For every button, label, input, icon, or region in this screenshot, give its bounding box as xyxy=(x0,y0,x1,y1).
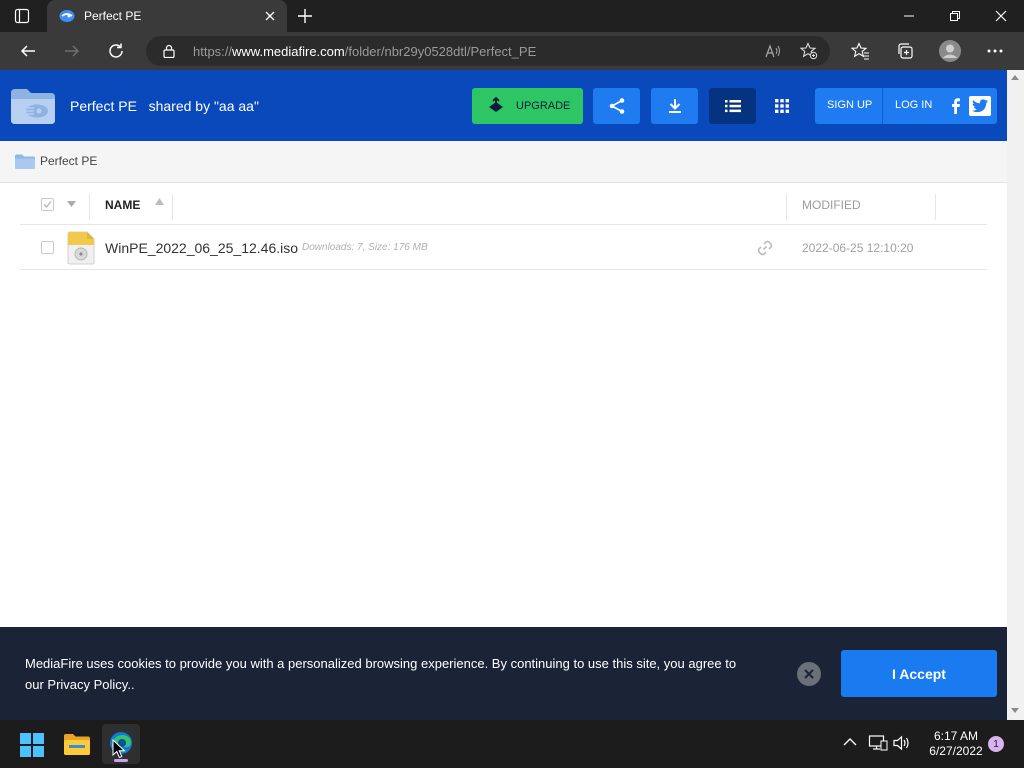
file-name[interactable]: WinPE_2022_06_25_12.46.iso xyxy=(105,240,298,256)
minimize-button[interactable] xyxy=(886,0,932,32)
read-aloud-icon[interactable] xyxy=(765,43,781,59)
upgrade-button[interactable]: UPGRADE xyxy=(472,88,583,124)
lock-icon[interactable] xyxy=(163,44,175,58)
folder-logo-icon xyxy=(10,87,56,125)
download-icon xyxy=(668,99,681,113)
mediafire-header: Perfect PE shared by "aa aa" UPGRADE SIG… xyxy=(0,70,1007,141)
url-text[interactable]: https://www.mediafire.com/folder/nbr29y0… xyxy=(193,44,536,59)
tab-actions-icon[interactable] xyxy=(14,8,30,24)
select-all-checkbox[interactable] xyxy=(41,198,54,211)
grid-view-icon xyxy=(774,99,789,113)
page-scrollbar[interactable] xyxy=(1007,70,1024,720)
auth-divider xyxy=(882,88,883,124)
download-button[interactable] xyxy=(651,88,698,124)
close-icon xyxy=(804,669,814,679)
favorites-icon[interactable] xyxy=(845,36,875,66)
folder-name: Perfect PE xyxy=(70,98,137,114)
column-divider xyxy=(172,194,173,220)
accept-cookies-button[interactable]: I Accept xyxy=(841,650,997,697)
column-divider xyxy=(935,194,936,220)
column-divider xyxy=(89,194,90,220)
close-window-button[interactable] xyxy=(978,0,1024,32)
profile-avatar[interactable] xyxy=(935,36,965,66)
breadcrumb-folder-link[interactable]: Perfect PE xyxy=(40,154,97,168)
upgrade-icon xyxy=(487,97,505,115)
new-tab-icon[interactable] xyxy=(296,7,314,25)
cookie-message: MediaFire uses cookies to provide you wi… xyxy=(25,656,737,692)
mediafire-favicon-icon xyxy=(59,9,75,23)
log-in-button[interactable]: LOG IN xyxy=(895,99,932,111)
cookie-banner: MediaFire uses cookies to provide you wi… xyxy=(0,627,1007,720)
active-app-indicator xyxy=(114,759,128,762)
mouse-cursor-icon xyxy=(112,739,126,759)
table-row[interactable]: WinPE_2022_06_25_12.46.iso Downloads: 7,… xyxy=(20,225,987,270)
collections-icon[interactable] xyxy=(890,36,920,66)
forward-icon[interactable] xyxy=(57,36,87,66)
select-options-dropdown-icon[interactable] xyxy=(67,201,76,207)
folder-icon xyxy=(15,154,35,169)
add-favorite-icon[interactable] xyxy=(800,42,818,60)
disc-image-file-icon xyxy=(67,231,95,265)
facebook-icon[interactable] xyxy=(947,97,965,115)
volume-icon[interactable] xyxy=(893,735,911,751)
clock-time: 6:17 AM xyxy=(933,729,979,743)
file-modified-date: 2022-06-25 12:10:20 xyxy=(802,241,914,255)
list-view-icon xyxy=(724,100,741,113)
show-hidden-icons-chevron-icon[interactable] xyxy=(843,737,857,747)
share-button[interactable] xyxy=(593,88,640,124)
twitter-icon[interactable] xyxy=(969,96,991,116)
name-column-header[interactable]: NAME xyxy=(105,198,140,212)
windows-taskbar: 6:17 AM 6/27/2022 1 xyxy=(0,720,1024,768)
scroll-down-icon[interactable] xyxy=(1011,708,1019,714)
modified-column-header[interactable]: MODIFIED xyxy=(802,198,861,212)
address-bar[interactable]: https://www.mediafire.com/folder/nbr29y0… xyxy=(146,36,830,66)
cookie-close-button[interactable] xyxy=(797,662,821,686)
browser-title-bar: Perfect PE xyxy=(0,0,1024,32)
file-list-header: NAME MODIFIED xyxy=(20,184,987,225)
scroll-up-icon[interactable] xyxy=(1011,74,1019,80)
shared-by-label: shared by "aa aa" xyxy=(148,98,259,114)
breadcrumb: Perfect PE xyxy=(0,141,1007,183)
file-checkbox[interactable] xyxy=(41,241,54,254)
clock-date: 6/27/2022 xyxy=(929,744,983,758)
sign-up-button[interactable]: SIGN UP xyxy=(827,99,872,111)
more-menu-icon[interactable] xyxy=(980,36,1010,66)
back-icon[interactable] xyxy=(13,36,43,66)
refresh-icon[interactable] xyxy=(101,36,131,66)
file-explorer-icon[interactable] xyxy=(64,733,90,755)
folder-header-title: Perfect PE shared by "aa aa" xyxy=(70,98,259,114)
copy-link-icon[interactable] xyxy=(757,240,773,256)
browser-tab[interactable]: Perfect PE xyxy=(47,0,287,32)
sort-ascending-icon[interactable] xyxy=(155,198,164,205)
list-view-button[interactable] xyxy=(709,88,756,124)
grid-view-button[interactable] xyxy=(758,88,805,124)
upgrade-label: UPGRADE xyxy=(516,100,571,112)
file-meta: Downloads: 7, Size: 176 MB xyxy=(302,242,428,253)
restore-button[interactable] xyxy=(932,0,978,32)
system-clock[interactable]: 6:17 AM 6/27/2022 xyxy=(920,729,992,759)
share-icon xyxy=(609,98,624,114)
tab-title: Perfect PE xyxy=(84,9,142,23)
notification-badge[interactable]: 1 xyxy=(988,736,1004,752)
close-tab-icon[interactable] xyxy=(263,9,277,23)
windows-start-icon[interactable] xyxy=(20,733,44,757)
browser-toolbar: https://www.mediafire.com/folder/nbr29y0… xyxy=(0,32,1024,70)
network-icon[interactable] xyxy=(868,735,888,751)
auth-buttons: SIGN UP LOG IN xyxy=(815,88,997,124)
column-divider xyxy=(786,194,787,220)
page-content: Perfect PE shared by "aa aa" UPGRADE SIG… xyxy=(0,70,1007,720)
